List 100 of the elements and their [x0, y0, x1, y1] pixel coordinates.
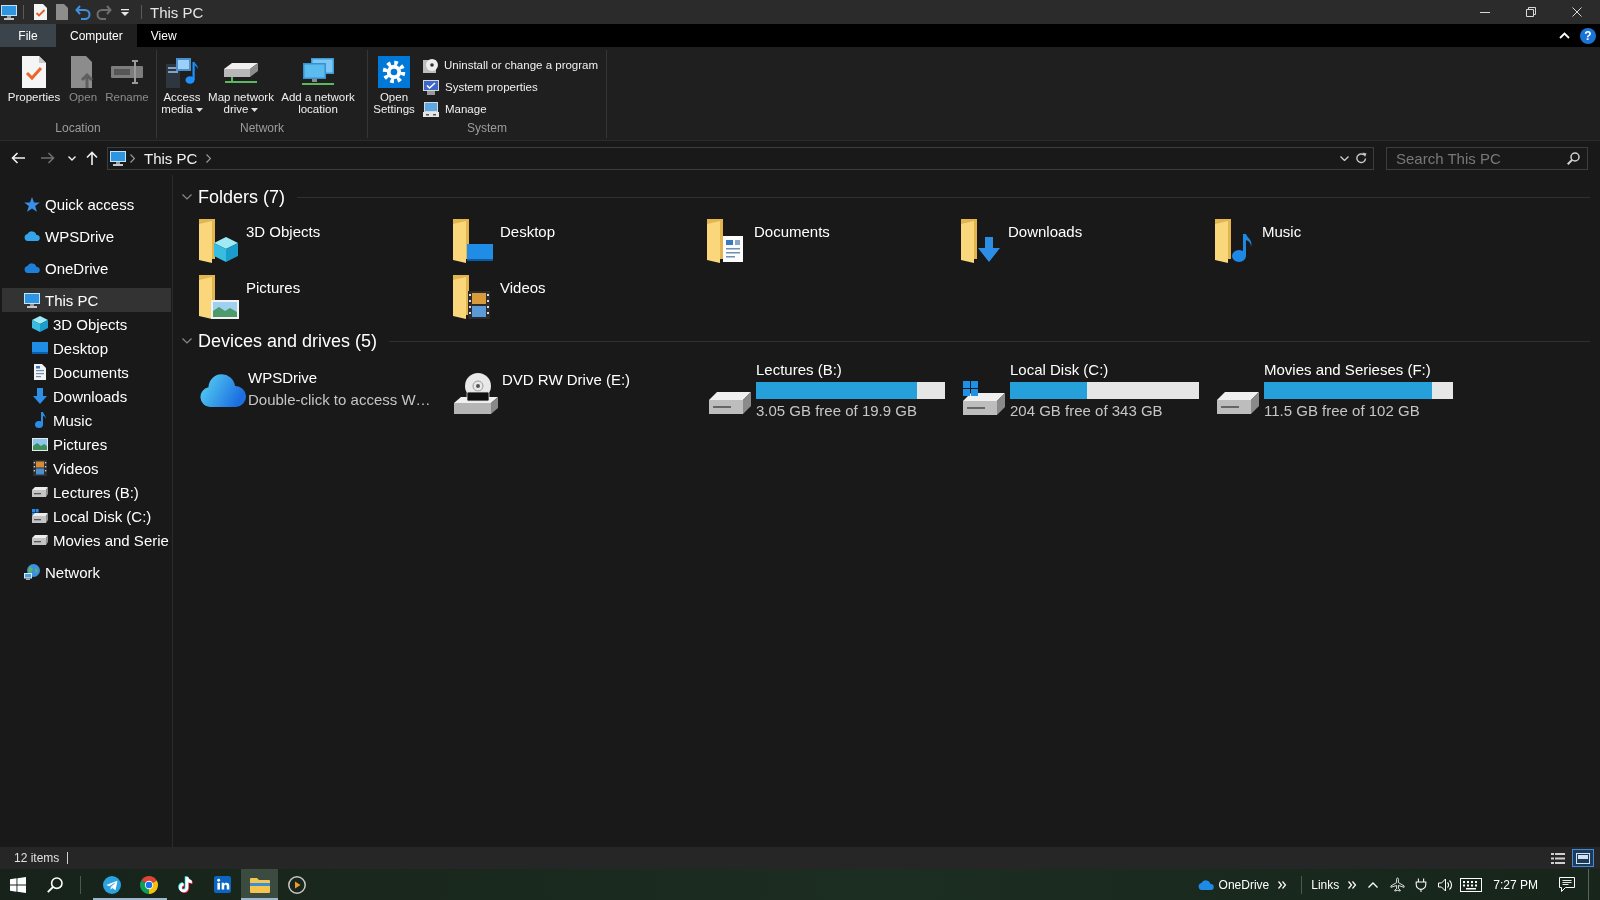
- cloud-icon: [24, 231, 40, 241]
- toolbar-button[interactable]: OneDrive: [1193, 869, 1274, 900]
- double-chevron-icon: [1277, 880, 1287, 889]
- speaker-icon: [1437, 877, 1453, 892]
- plug-icon: [1414, 877, 1429, 892]
- toolbar-button[interactable]: Links: [1308, 869, 1344, 900]
- navigation-pane-item[interactable]: Music: [2, 408, 171, 432]
- navigation-pane-item[interactable]: Lectures (B:): [2, 480, 171, 504]
- monitors-icon: [302, 58, 334, 86]
- system-drive-icon: [32, 509, 48, 523]
- chevron-down-icon: [182, 194, 192, 200]
- add-network-location-button[interactable]: Add a network location: [278, 53, 358, 115]
- document-check-icon: [34, 4, 47, 20]
- caret-icon: [120, 8, 129, 16]
- refresh-icon: [1356, 152, 1367, 164]
- drive-item[interactable]: Lectures (B:) 3.05 GB free of 19.9 GB: [707, 361, 945, 420]
- close-icon: [1572, 7, 1582, 17]
- folder-item[interactable]: 3D Objects: [199, 213, 321, 263]
- drive-item[interactable]: Local Disk (C:) 204 GB free of 343 GB: [961, 361, 1199, 420]
- navigation-pane-item[interactable]: Videos: [2, 456, 171, 480]
- ribbon-tab[interactable]: Computer: [56, 24, 137, 47]
- system-properties-button[interactable]: System properties: [421, 76, 602, 98]
- document-icon: [34, 364, 46, 380]
- navigation-pane-item[interactable]: This PC: [2, 288, 171, 312]
- navigation-pane-item[interactable]: Quick access: [2, 192, 171, 216]
- ribbon-group-label: Location: [54, 120, 102, 137]
- notification-icon: [1559, 877, 1575, 892]
- clock-button[interactable]: 7:27 PM: [1485, 869, 1546, 900]
- drive-icon: [1217, 392, 1259, 414]
- back-arrow-icon: [11, 152, 25, 164]
- navigation-pane-item[interactable]: 3D Objects: [2, 312, 171, 336]
- navigation-pane-item[interactable]: OneDrive: [2, 256, 171, 280]
- chevron-down-icon: [1340, 155, 1349, 161]
- monitor-icon: [1, 4, 17, 20]
- redo-icon: [95, 4, 112, 20]
- folder-desktop-icon: [453, 219, 493, 263]
- chevron-right-icon: [206, 153, 212, 163]
- navigation-pane-item[interactable]: Desktop: [2, 336, 171, 360]
- drive-item[interactable]: WPSDrive Double-click to access W…: [199, 361, 431, 409]
- chevron-up-icon: [1558, 32, 1570, 39]
- help-button[interactable]: ?: [1580, 27, 1596, 44]
- paper-plane-icon: [102, 875, 121, 894]
- properties-button[interactable]: Properties: [5, 53, 63, 103]
- computer-icon: [423, 101, 439, 117]
- dvd-drive-icon: [454, 373, 498, 414]
- up-arrow-icon: [86, 151, 98, 165]
- chevron-down-icon: [182, 338, 192, 344]
- section-title: Devices and drives (5): [198, 330, 378, 352]
- ribbon-tab[interactable]: View: [136, 24, 191, 47]
- ribbon-group-label: Network: [239, 120, 285, 137]
- navigation-pane-item[interactable]: Movies and Serie: [2, 528, 171, 552]
- four-panes-icon: [10, 876, 26, 893]
- double-chevron-icon: [1347, 880, 1357, 889]
- minimize-icon: [1480, 11, 1490, 13]
- open-settings-button[interactable]: Open Settings: [371, 53, 417, 115]
- folder-cube-icon: [199, 219, 239, 263]
- folder-download-icon: [961, 219, 1001, 263]
- monitor-check-icon: [423, 79, 439, 95]
- map-network-drive-button[interactable]: Map network drive: [206, 53, 276, 115]
- keyboard-icon: [1460, 877, 1483, 892]
- breadcrumb-item[interactable]: This PC: [139, 147, 203, 169]
- search-icon: [46, 876, 63, 893]
- drive-icon: [32, 535, 48, 545]
- chevron-right-icon: [130, 153, 135, 163]
- navigation-pane-item[interactable]: Downloads: [2, 384, 171, 408]
- drive-item[interactable]: Movies and Serieses (F:) 11.5 GB free of 102 GB: [1215, 361, 1453, 420]
- square-logo-icon: [214, 876, 231, 893]
- access-media-button[interactable]: Access media: [160, 53, 204, 115]
- navigation-pane-item[interactable]: Network: [2, 560, 171, 584]
- large-icons-view-button[interactable]: [1572, 849, 1594, 867]
- restore-icon: [1526, 7, 1536, 17]
- uninstall-program-button[interactable]: Uninstall or change a program: [421, 54, 602, 76]
- folder-item[interactable]: Pictures: [199, 269, 301, 319]
- navigation-pane-item[interactable]: WPSDrive: [2, 224, 171, 248]
- search-field[interactable]: Search This PC: [1386, 146, 1588, 170]
- navigation-pane-item[interactable]: Documents: [2, 360, 171, 384]
- folder-item[interactable]: Desktop: [453, 213, 556, 263]
- drive-icon: [32, 487, 48, 497]
- play-circle-icon: [287, 875, 306, 894]
- film-icon: [33, 460, 47, 476]
- star-icon: [24, 196, 40, 212]
- folder-item[interactable]: Documents: [707, 213, 830, 263]
- note-logo-icon: [178, 875, 193, 894]
- manage-button[interactable]: Manage: [421, 98, 602, 120]
- document-check-icon: [22, 56, 46, 88]
- folder-item[interactable]: Downloads: [961, 213, 1083, 263]
- desktop-icon: [32, 342, 48, 354]
- navigation-pane-item[interactable]: Local Disk (C:): [2, 504, 171, 528]
- cloud-icon: [198, 373, 246, 407]
- folder-icon: [249, 876, 270, 893]
- folder-item[interactable]: Videos: [453, 269, 546, 319]
- folder-picture-icon: [199, 275, 239, 319]
- folder-item[interactable]: Music: [1215, 213, 1302, 263]
- tricolor-circle-icon: [139, 875, 158, 894]
- network-drive-icon: [224, 61, 258, 83]
- ribbon-group-label: System: [466, 120, 508, 137]
- file-menu-tab[interactable]: File: [0, 24, 56, 47]
- address-field[interactable]: This PC: [107, 146, 1374, 170]
- navigation-pane-item[interactable]: Pictures: [2, 432, 171, 456]
- drive-item[interactable]: DVD RW Drive (E:): [453, 361, 631, 414]
